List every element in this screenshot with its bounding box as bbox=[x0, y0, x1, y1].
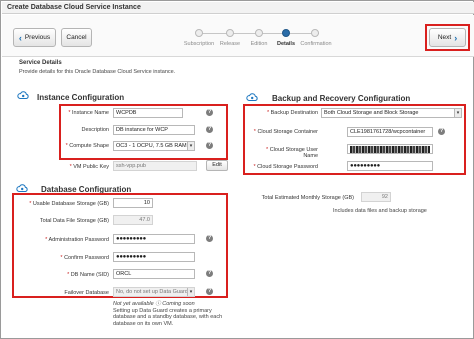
title-bar: Create Database Cloud Service Instance bbox=[2, 2, 474, 14]
description-input[interactable]: DB instance for WCP bbox=[113, 125, 195, 135]
compute-shape-label: * Compute Shape bbox=[65, 143, 109, 149]
help-icon[interactable]: ? bbox=[438, 128, 445, 135]
total-storage-value: 92 bbox=[361, 192, 391, 202]
train-step-subscription[interactable] bbox=[195, 29, 203, 37]
previous-label: Previous bbox=[24, 34, 51, 41]
cloud-icon bbox=[16, 184, 28, 192]
db-name-label: * DB Name (SID) bbox=[67, 272, 109, 278]
data-guard-note-line4: database on its own VM. bbox=[113, 320, 174, 327]
train-step-release[interactable] bbox=[226, 29, 234, 37]
help-icon[interactable]: ? bbox=[206, 288, 213, 295]
description-label: Description bbox=[81, 127, 109, 133]
page-header: Service Details bbox=[19, 60, 62, 66]
vm-public-key-label: * VM Public Key bbox=[69, 164, 109, 170]
help-icon[interactable]: ? bbox=[206, 142, 213, 149]
cloud-storage-password-label: * Cloud Storage Password bbox=[253, 164, 318, 170]
failover-database-select[interactable]: No, do not set up Data Guard ▾ bbox=[113, 287, 195, 297]
chevron-down-icon: ▾ bbox=[454, 109, 461, 117]
backup-destination-select[interactable]: Both Cloud Storage and Block Storage ▾ bbox=[321, 108, 462, 118]
window-title: Create Database Cloud Service Instance bbox=[7, 4, 141, 11]
instance-name-label: * Instance Name bbox=[68, 110, 109, 116]
chevron-right-icon: › bbox=[454, 32, 458, 43]
backup-destination-label: * Backup Destination bbox=[266, 110, 318, 116]
help-icon[interactable]: ? bbox=[206, 126, 213, 133]
usable-storage-label: * Usable Database Storage (GB) bbox=[29, 201, 109, 207]
wizard-toolbar: ‹ Previous Cancel Subscription Release E… bbox=[2, 15, 474, 57]
vm-public-key-input[interactable]: ssh-vpp.pub bbox=[113, 161, 197, 171]
next-label: Next bbox=[437, 34, 452, 41]
db-name-input[interactable]: ORCL bbox=[113, 269, 195, 279]
compute-shape-select[interactable]: OC3 - 1 OCPU, 7.5 GB RAM ▾ bbox=[113, 141, 195, 151]
cloud-icon bbox=[17, 91, 29, 99]
failover-database-value: No, do not set up Data Guard bbox=[116, 289, 188, 295]
redacted-username bbox=[350, 146, 430, 153]
compute-shape-value: OC3 - 1 OCPU, 7.5 GB RAM bbox=[116, 143, 187, 149]
chevron-down-icon: ▾ bbox=[187, 288, 194, 296]
next-button[interactable]: Next › bbox=[429, 28, 466, 47]
help-icon[interactable]: ? bbox=[206, 235, 213, 242]
edit-key-button[interactable]: Edit bbox=[206, 160, 228, 171]
instance-section-title: Instance Configuration bbox=[37, 93, 125, 102]
train-step-details[interactable] bbox=[282, 29, 290, 37]
page-description: Provide details for this Oracle Database… bbox=[19, 69, 176, 75]
cancel-button[interactable]: Cancel bbox=[61, 28, 92, 47]
database-highlight-box bbox=[12, 193, 228, 298]
help-icon[interactable]: ? bbox=[206, 270, 213, 277]
chevron-down-icon: ▾ bbox=[187, 142, 194, 150]
previous-button[interactable]: ‹ Previous bbox=[13, 28, 56, 47]
admin-password-input[interactable]: ●●●●●●●●● bbox=[113, 234, 195, 244]
help-icon[interactable]: ? bbox=[206, 109, 213, 116]
instance-name-input[interactable]: WCPDB bbox=[113, 108, 183, 118]
total-file-storage-label: Total Data File Storage (GB) bbox=[39, 218, 109, 224]
confirm-password-input[interactable]: ●●●●●●●●● bbox=[113, 252, 195, 262]
cloud-storage-container-label: * Cloud Storage Container bbox=[253, 129, 318, 135]
total-storage-note: Includes data files and backup storage bbox=[333, 208, 427, 214]
admin-password-label: * Administration Password bbox=[45, 237, 109, 243]
backup-destination-value: Both Cloud Storage and Block Storage bbox=[324, 110, 419, 116]
usable-storage-input[interactable]: 10 bbox=[113, 198, 153, 208]
failover-database-label: Failover Database bbox=[64, 290, 109, 296]
cloud-storage-user-label: * Cloud Storage User Name bbox=[266, 147, 318, 159]
train-step-edition[interactable] bbox=[255, 29, 263, 37]
cancel-label: Cancel bbox=[66, 34, 87, 41]
train-step-confirmation[interactable] bbox=[311, 29, 319, 37]
confirm-password-label: * Confirm Password bbox=[60, 255, 109, 261]
cloud-storage-user-input[interactable] bbox=[347, 144, 433, 154]
dialog-window: Create Database Cloud Service Instance ‹… bbox=[0, 0, 474, 339]
train-label-confirmation: Confirmation bbox=[300, 41, 332, 47]
cloud-storage-password-input[interactable]: ●●●●●●●●● bbox=[347, 161, 433, 171]
cloud-storage-container-input[interactable]: CLE1981761728/wcpcontainer bbox=[347, 127, 433, 137]
chevron-left-icon: ‹ bbox=[18, 32, 22, 43]
total-storage-label: Total Estimated Monthly Storage (GB) bbox=[261, 195, 354, 201]
total-file-storage-value: 47.0 bbox=[113, 215, 153, 225]
cloud-icon bbox=[246, 93, 258, 101]
backup-section-title: Backup and Recovery Configuration bbox=[272, 94, 411, 103]
